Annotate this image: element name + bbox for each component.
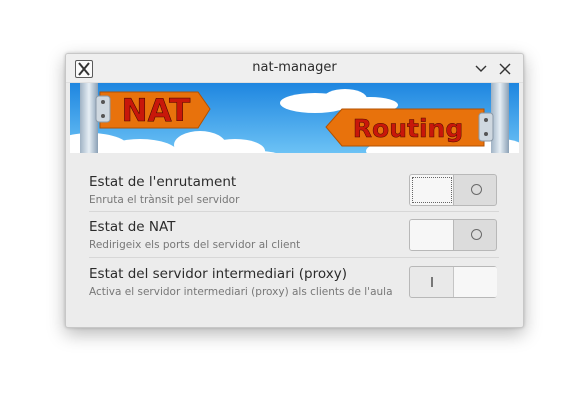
nat-toggle-switch[interactable]	[409, 219, 497, 251]
window-title: nat-manager	[252, 60, 337, 75]
switch-knob	[453, 267, 497, 297]
title-bar[interactable]: nat-manager	[66, 54, 523, 83]
nat-sign-text: NAT	[122, 93, 191, 129]
banner-image: NAT Routing	[70, 83, 519, 153]
off-circle-icon	[471, 229, 482, 240]
routing-toggle-switch[interactable]	[409, 174, 497, 206]
setting-row-proxy: Estat del servidor intermediari (proxy) …	[89, 262, 499, 306]
routing-label: Estat de l'enrutament	[89, 174, 237, 190]
off-circle-icon	[471, 184, 482, 195]
close-icon[interactable]	[498, 61, 512, 75]
switch-knob	[410, 175, 454, 205]
setting-row-nat: Estat de NAT Redirigeix els ports del se…	[89, 215, 499, 259]
setting-row-routing: Estat de l'enrutament Enruta el trànsit …	[89, 170, 499, 214]
on-bar-icon	[431, 277, 433, 287]
divider	[89, 257, 499, 258]
app-window: nat-manager NAT Routing Estat de l'enrut…	[65, 53, 524, 328]
proxy-toggle-switch[interactable]	[409, 266, 497, 298]
proxy-label: Estat del servidor intermediari (proxy)	[89, 266, 347, 282]
routing-description: Enruta el trànsit pel servidor	[89, 194, 240, 206]
chevron-down-icon[interactable]	[474, 61, 488, 75]
divider	[89, 211, 499, 212]
routing-sign-text: Routing	[353, 114, 463, 143]
nat-description: Redirigeix els ports del servidor al cli…	[89, 239, 301, 251]
nat-label: Estat de NAT	[89, 219, 176, 235]
switch-knob	[410, 220, 454, 250]
proxy-description: Activa el servidor intermediari (proxy) …	[89, 286, 393, 298]
